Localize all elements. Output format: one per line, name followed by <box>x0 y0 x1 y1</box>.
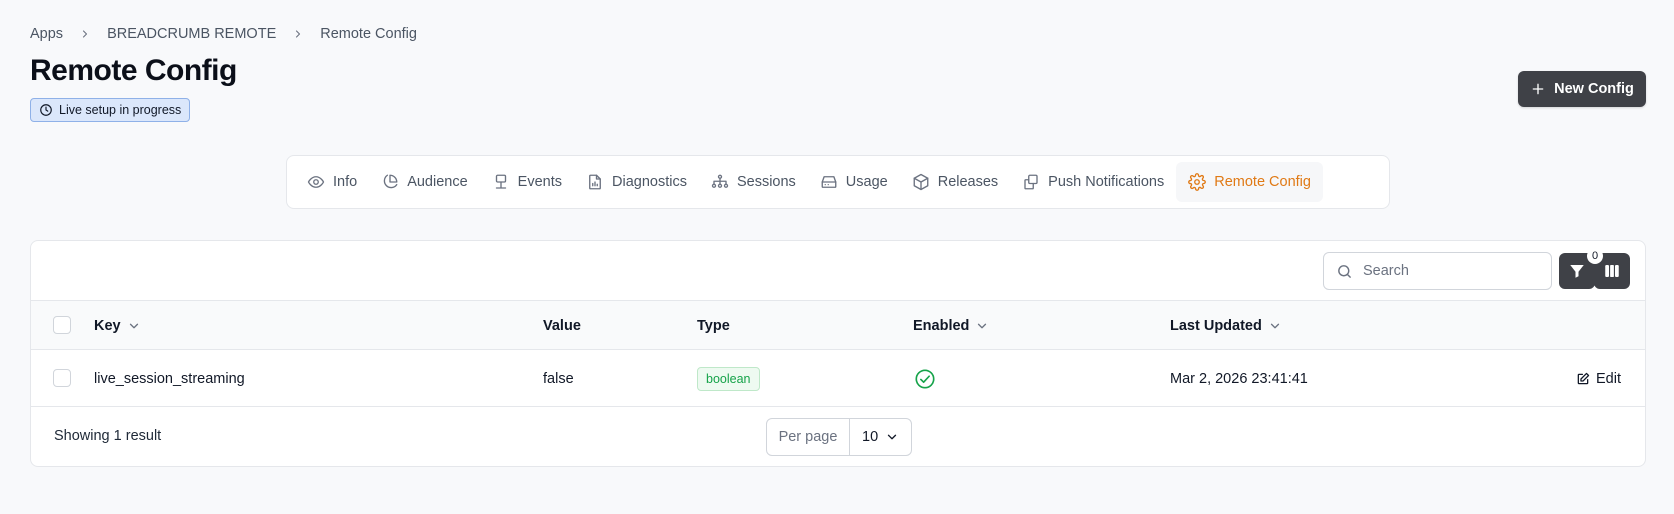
column-type-label: Type <box>697 317 730 334</box>
column-last-updated[interactable]: Last Updated <box>1170 301 1282 350</box>
columns-icon <box>1603 262 1621 280</box>
clock-icon <box>39 103 53 117</box>
search-box <box>1323 252 1552 290</box>
column-value: Value <box>543 301 581 350</box>
search-input[interactable] <box>1363 263 1533 279</box>
live-setup-badge: Live setup in progress <box>30 98 191 122</box>
config-table-card: 0 Key Value Type Enabled <box>30 240 1646 467</box>
tab-label: Sessions <box>736 174 796 190</box>
tab-label: Releases <box>937 174 999 190</box>
network-icon <box>492 173 510 191</box>
tab-label: Diagnostics <box>612 174 687 190</box>
tab-push-notifications[interactable]: Push Notifications <box>1010 162 1176 202</box>
per-page-control: Per page 10 <box>766 418 912 456</box>
tab-label: Remote Config <box>1214 174 1311 190</box>
chevron-down-icon <box>127 319 141 333</box>
column-key[interactable]: Key <box>94 301 141 350</box>
tab-label: Info <box>333 174 358 190</box>
tab-info[interactable]: Info <box>295 162 369 202</box>
edit-label: Edit <box>1596 370 1621 387</box>
new-config-label: New Config <box>1554 81 1634 97</box>
tab-label: Events <box>517 174 562 190</box>
tab-label: Usage <box>845 174 888 190</box>
per-page-select[interactable]: 10 <box>850 429 911 445</box>
per-page-label: Per page <box>767 419 850 455</box>
search-icon <box>1336 263 1353 280</box>
column-enabled[interactable]: Enabled <box>913 301 989 350</box>
column-type: Type <box>697 301 730 350</box>
tab-events[interactable]: Events <box>480 162 574 202</box>
breadcrumb: Apps BREADCRUMB REMOTE Remote Config <box>30 26 417 42</box>
result-count: Showing 1 result <box>54 428 162 444</box>
breadcrumb-app[interactable]: BREADCRUMB REMOTE <box>107 26 276 42</box>
type-badge: boolean <box>697 366 760 391</box>
breadcrumb-current: Remote Config <box>320 26 417 42</box>
tab-sessions[interactable]: Sessions <box>699 162 808 202</box>
tab-audience[interactable]: Audience <box>369 162 479 202</box>
hard-drive-icon <box>820 173 838 191</box>
per-page-value: 10 <box>862 429 879 445</box>
row-checkbox[interactable] <box>53 369 71 387</box>
gear-icon <box>1188 173 1207 191</box>
cell-last-updated: Mar 2, 2026 23:41:41 <box>1170 370 1308 387</box>
cell-key: live_session_streaming <box>94 370 245 387</box>
select-all-checkbox[interactable] <box>53 316 71 334</box>
tab-label: Audience <box>407 174 468 190</box>
page-title: Remote Config <box>30 54 237 87</box>
edit-button[interactable]: Edit <box>1576 371 1621 387</box>
chevron-right-icon <box>77 26 93 42</box>
column-enabled-label: Enabled <box>913 317 970 334</box>
file-chart-icon <box>586 173 604 191</box>
live-setup-label: Live setup in progress <box>59 103 182 117</box>
filter-count-badge: 0 <box>1587 248 1603 264</box>
chevron-down-icon <box>1268 319 1282 333</box>
table-toolbar: 0 <box>31 241 1645 301</box>
filter-icon <box>1568 262 1586 280</box>
workflow-icon <box>711 173 729 191</box>
chevron-right-icon <box>290 26 306 42</box>
app-tabs: Info Audience Events Diagnostics Session… <box>286 155 1390 209</box>
tab-label: Push Notifications <box>1048 174 1165 190</box>
tab-diagnostics[interactable]: Diagnostics <box>574 162 699 202</box>
copy-icon <box>1022 173 1040 191</box>
chevron-down-icon <box>885 430 899 444</box>
column-key-label: Key <box>94 317 121 334</box>
plus-icon <box>1530 81 1546 97</box>
edit-icon <box>1576 372 1590 386</box>
breadcrumb-apps[interactable]: Apps <box>30 26 63 42</box>
table-header: Key Value Type Enabled Last Updated <box>31 301 1645 350</box>
tab-remote-config[interactable]: Remote Config <box>1176 162 1323 202</box>
eye-icon <box>307 173 325 191</box>
table-footer: Showing 1 result Per page 10 <box>31 407 1645 466</box>
column-last-updated-label: Last Updated <box>1170 317 1262 334</box>
new-config-button[interactable]: New Config <box>1518 71 1646 107</box>
cell-type: boolean <box>697 350 760 407</box>
cell-actions: Edit <box>1576 350 1621 407</box>
check-circle-icon <box>914 350 936 407</box>
package-icon <box>912 173 930 191</box>
tab-releases[interactable]: Releases <box>900 162 1010 202</box>
column-value-label: Value <box>543 317 581 334</box>
remote-config-page: Apps BREADCRUMB REMOTE Remote Config Rem… <box>0 0 1674 514</box>
cell-value: false <box>543 370 574 387</box>
tab-usage[interactable]: Usage <box>808 162 900 202</box>
pie-chart-icon <box>381 173 399 191</box>
table-row: live_session_streaming false boolean Mar… <box>31 350 1645 407</box>
chevron-down-icon <box>975 319 989 333</box>
